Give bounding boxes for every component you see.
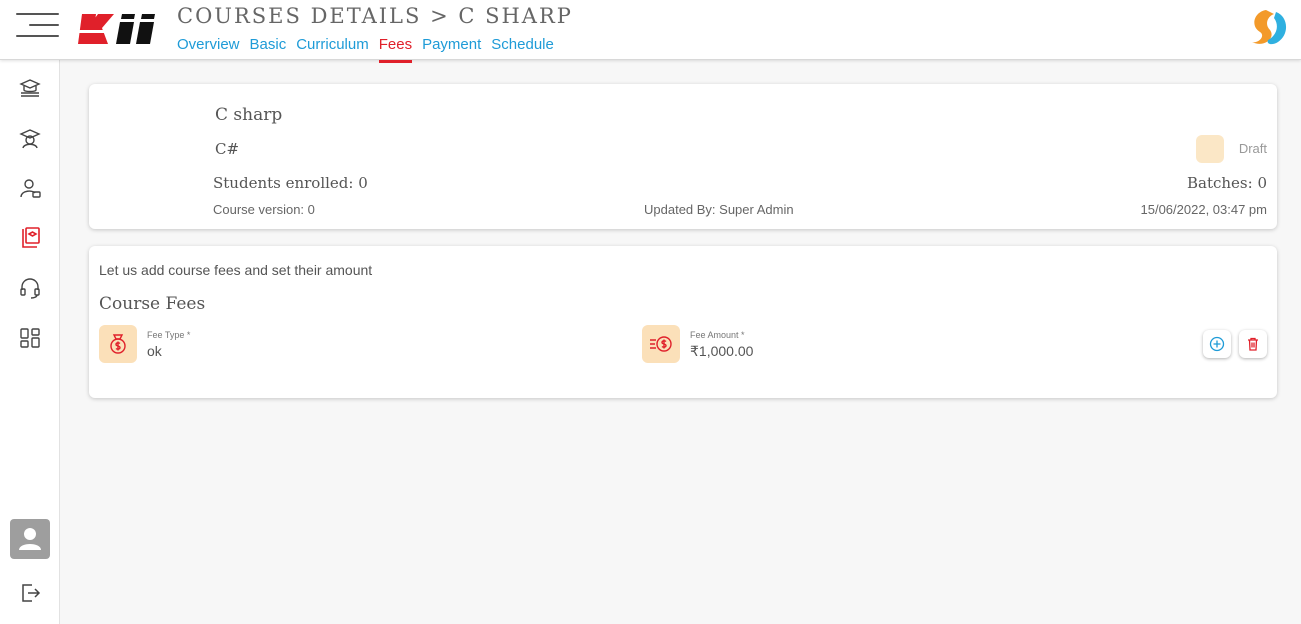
fast-money-icon	[642, 325, 680, 363]
updated-timestamp: 15/06/2022, 03:47 pm	[1140, 202, 1268, 217]
section-title: Course Fees	[99, 294, 206, 314]
trash-icon	[1248, 337, 1258, 351]
graduate-icon[interactable]	[18, 126, 42, 150]
course-code: C#	[215, 140, 240, 158]
fee-amount-label: Fee Amount *	[690, 330, 745, 340]
tab-overview[interactable]: Overview	[177, 36, 240, 60]
hamburger-menu-icon[interactable]	[16, 13, 59, 37]
course-tabs: Overview Basic Curriculum Fees Payment S…	[177, 36, 554, 63]
brand-swirl-icon	[1252, 10, 1287, 45]
money-bag-icon	[99, 325, 137, 363]
page-title: COURSES DETAILS > C SHARP	[177, 4, 573, 28]
status-badge: Draft	[1238, 141, 1267, 156]
delete-fee-button[interactable]	[1239, 330, 1267, 358]
tab-curriculum[interactable]: Curriculum	[296, 36, 369, 60]
top-header: COURSES DETAILS > C SHARP Overview Basic…	[0, 0, 1301, 63]
fee-type-label: Fee Type *	[147, 330, 191, 340]
course-name: C sharp	[215, 105, 283, 125]
add-fee-button[interactable]	[1203, 330, 1231, 358]
status-swatch	[1196, 135, 1224, 163]
headset-icon[interactable]	[18, 276, 42, 300]
courses-stack-icon[interactable]	[18, 76, 42, 100]
course-book-icon[interactable]	[18, 226, 42, 250]
kii-logo	[76, 14, 155, 44]
fee-type-field[interactable]	[147, 343, 447, 359]
tab-basic[interactable]: Basic	[250, 36, 287, 60]
course-summary-card: C sharp C# Students enrolled: 0 Course v…	[89, 84, 1277, 229]
fees-intro-text: Let us add course fees and set their amo…	[99, 262, 373, 278]
logout-icon[interactable]	[18, 581, 42, 605]
fee-amount-field[interactable]	[690, 343, 990, 359]
course-version: Course version: 0	[213, 202, 315, 217]
left-sidebar	[0, 60, 60, 624]
tab-payment[interactable]: Payment	[422, 36, 481, 60]
students-enrolled: Students enrolled: 0	[213, 174, 368, 192]
course-fees-card: Let us add course fees and set their amo…	[89, 246, 1277, 398]
tab-schedule[interactable]: Schedule	[491, 36, 554, 60]
tab-fees[interactable]: Fees	[378, 36, 413, 63]
dashboard-grid-icon[interactable]	[18, 326, 42, 350]
batches-count: Batches: 0	[1187, 174, 1267, 192]
user-avatar-icon	[19, 528, 41, 550]
plus-circle-icon	[1209, 336, 1225, 352]
avatar[interactable]	[10, 519, 50, 559]
updated-by: Updated By: Super Admin	[644, 202, 794, 217]
user-card-icon[interactable]	[18, 176, 42, 200]
